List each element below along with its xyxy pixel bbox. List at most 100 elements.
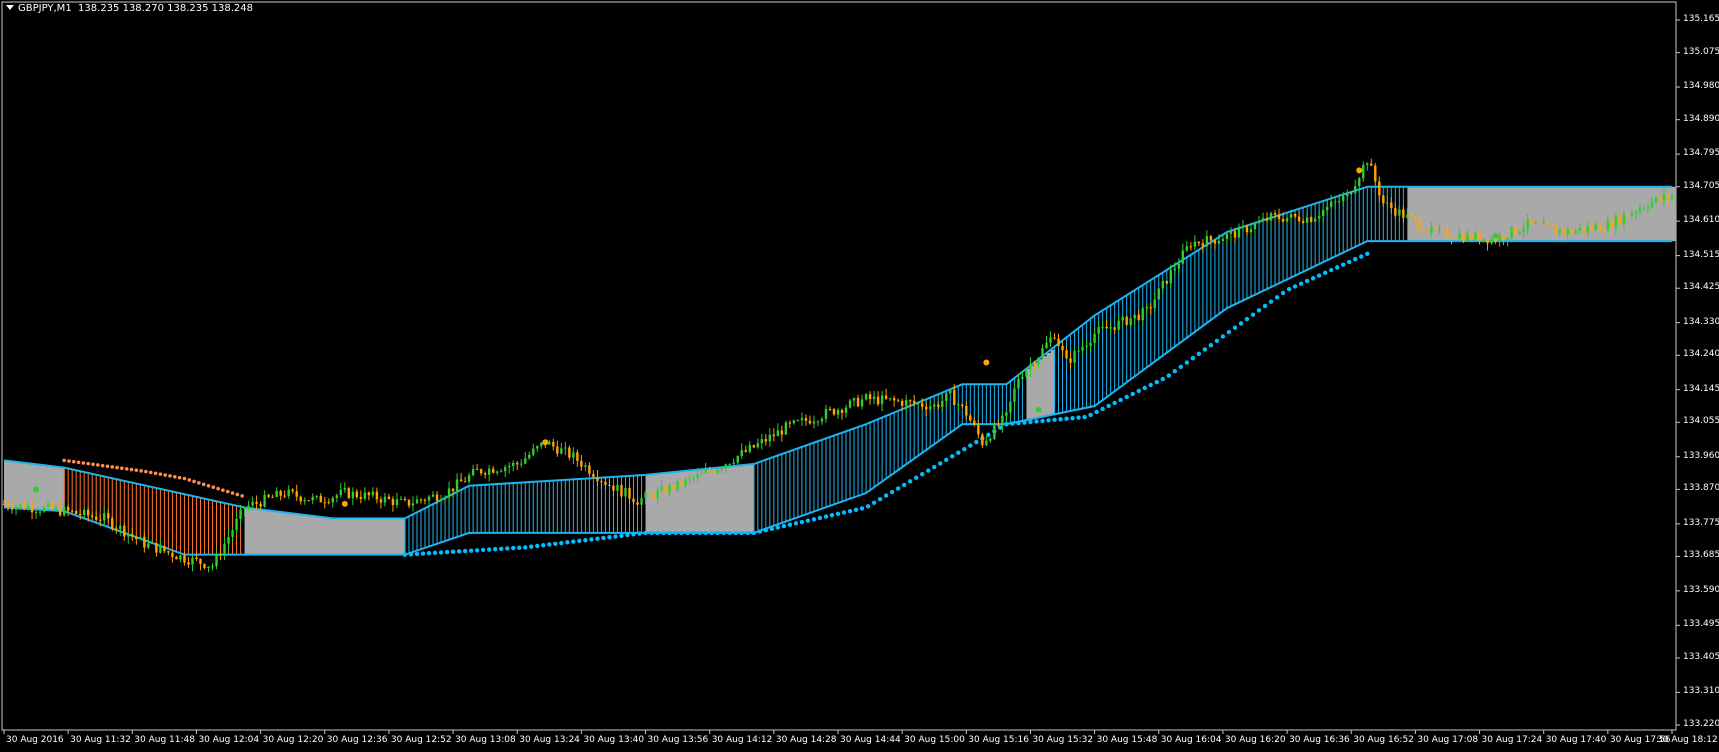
candle-body bbox=[411, 503, 415, 506]
candle-body bbox=[38, 511, 42, 513]
candle-body bbox=[70, 510, 74, 512]
trail-dot bbox=[589, 537, 594, 542]
candle-body bbox=[536, 446, 539, 449]
orange-trail-dot bbox=[158, 472, 163, 476]
trail-dot bbox=[1226, 329, 1232, 335]
candle-body bbox=[1121, 316, 1124, 321]
trail-dot bbox=[932, 464, 937, 470]
candle-body bbox=[1189, 246, 1193, 248]
cloud-block bbox=[733, 466, 739, 533]
cloud-block bbox=[376, 518, 382, 555]
cloud-block bbox=[1483, 186, 1489, 242]
orange-trail-dot bbox=[153, 471, 158, 476]
price-label: 134.240 bbox=[1683, 349, 1719, 360]
candle-body bbox=[612, 485, 615, 491]
candle-body bbox=[30, 506, 34, 513]
cloud-block bbox=[328, 517, 334, 555]
price-chart[interactable] bbox=[0, 0, 1719, 752]
candle-body bbox=[993, 424, 996, 439]
trail-dot bbox=[841, 510, 847, 515]
candle-body bbox=[131, 534, 134, 537]
candle-body bbox=[1017, 378, 1020, 389]
trail-dot bbox=[974, 439, 979, 445]
cloud-block bbox=[344, 518, 350, 555]
candle-body bbox=[812, 421, 816, 424]
trail-dot bbox=[865, 504, 871, 509]
candle-body bbox=[78, 513, 82, 515]
candle-body bbox=[540, 442, 543, 447]
orange-trail-dot bbox=[177, 475, 182, 480]
cloud-block bbox=[1531, 186, 1537, 242]
candle-body bbox=[1069, 358, 1072, 363]
cloud-block bbox=[356, 518, 362, 555]
candle-body bbox=[58, 507, 62, 516]
candle-body bbox=[644, 492, 647, 499]
candle-body bbox=[504, 467, 507, 472]
cloud-block bbox=[360, 518, 366, 555]
trail-dot bbox=[462, 548, 468, 554]
trail-dot bbox=[913, 475, 919, 480]
price-label: 133.960 bbox=[1683, 450, 1719, 461]
candle-body bbox=[1213, 240, 1217, 244]
candle-body bbox=[1634, 212, 1638, 214]
orange-trail-dot bbox=[201, 482, 206, 487]
cloud-block bbox=[396, 518, 402, 555]
candle-body bbox=[1165, 280, 1168, 284]
trail-dot bbox=[511, 545, 516, 551]
price-label: 133.405 bbox=[1683, 651, 1719, 662]
candle-body bbox=[1145, 307, 1148, 309]
cloud-block bbox=[384, 518, 390, 555]
candle-body bbox=[588, 465, 591, 474]
candle-body bbox=[1301, 221, 1305, 223]
candle-body bbox=[929, 406, 932, 410]
candle-body bbox=[1470, 233, 1473, 240]
candle-body bbox=[139, 536, 142, 540]
orange-trail-dot bbox=[134, 468, 139, 472]
candle-body bbox=[1562, 229, 1565, 234]
trail-dot bbox=[1359, 254, 1364, 259]
candle-body bbox=[957, 404, 960, 406]
candle-body bbox=[1538, 222, 1541, 225]
candle-body bbox=[287, 489, 290, 496]
candle-body bbox=[1642, 208, 1646, 210]
dropdown-triangle-icon[interactable] bbox=[6, 5, 14, 10]
candle-body bbox=[872, 396, 876, 400]
orange-trail-dot bbox=[110, 465, 115, 469]
chart-window[interactable]: GBPJPY,M1 138.235 138.270 138.235 138.24… bbox=[0, 0, 1719, 752]
cloud-block bbox=[248, 508, 254, 555]
candle-body bbox=[103, 513, 106, 521]
cloud-block bbox=[1587, 186, 1593, 242]
candle-body bbox=[1237, 226, 1241, 238]
candle-body bbox=[1025, 369, 1028, 378]
candle-body bbox=[1522, 229, 1525, 233]
trail-dot bbox=[523, 545, 528, 550]
candle-body bbox=[1185, 246, 1189, 251]
trail-dot bbox=[968, 443, 973, 448]
candle-body bbox=[796, 420, 800, 422]
cloud-block bbox=[1503, 186, 1509, 242]
candle-body bbox=[171, 552, 174, 557]
trail-dot bbox=[1292, 284, 1298, 289]
candle-body bbox=[532, 448, 535, 455]
candle-body bbox=[18, 504, 22, 507]
candle-body bbox=[880, 395, 884, 405]
trail-dot bbox=[438, 550, 444, 555]
trail-dot bbox=[1064, 416, 1069, 421]
candle-body bbox=[1013, 388, 1016, 402]
cloud-block bbox=[697, 469, 703, 533]
trail-dot bbox=[1154, 379, 1159, 385]
cloud-block bbox=[1547, 186, 1553, 242]
candle-body bbox=[483, 473, 487, 475]
trail-dot bbox=[505, 546, 510, 551]
cloud-block bbox=[1499, 186, 1505, 242]
candle-body bbox=[395, 499, 399, 506]
candle-body bbox=[704, 469, 707, 473]
candle-body bbox=[255, 501, 258, 504]
candle-body bbox=[42, 506, 46, 512]
candle-body bbox=[596, 477, 599, 482]
price-label: 133.685 bbox=[1683, 550, 1719, 561]
candle-body bbox=[965, 405, 968, 416]
candle-body bbox=[423, 499, 427, 501]
candle-body bbox=[708, 469, 711, 472]
trail-dot bbox=[1022, 420, 1027, 425]
